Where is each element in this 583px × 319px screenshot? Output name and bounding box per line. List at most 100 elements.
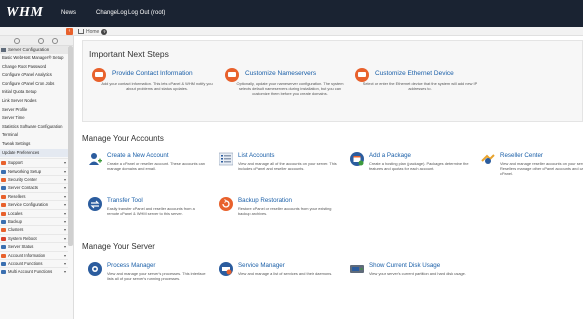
manage-server-title: Manage Your Server bbox=[82, 242, 155, 251]
sidebar-category-label: Resellers bbox=[8, 193, 26, 199]
logout-link[interactable]: Log Out (root) bbox=[128, 10, 165, 16]
card-title[interactable]: Show Current Disk Usage bbox=[369, 262, 440, 269]
sidebar-category[interactable]: Service Configuration ▾ bbox=[0, 200, 68, 208]
sidebar-category[interactable]: Account Information ▾ bbox=[0, 250, 68, 259]
card-description: Create a hosting plan (package). Package… bbox=[369, 161, 469, 171]
breadcrumb: Home ? bbox=[78, 27, 108, 36]
sidebar-category[interactable]: Server Status ▾ bbox=[0, 242, 68, 250]
card-description: View and manage your server's processes.… bbox=[107, 271, 206, 281]
category-icon bbox=[1, 169, 6, 174]
sidebar-category[interactable]: Security Center ▾ bbox=[0, 175, 68, 183]
sidebar-scrollbar[interactable] bbox=[68, 46, 73, 246]
card-description: Easily transfer cPanel and reseller acco… bbox=[107, 206, 195, 216]
service-manager-icon bbox=[219, 262, 233, 276]
sidebar-option-icon[interactable] bbox=[52, 38, 58, 44]
category-icon bbox=[1, 228, 6, 233]
category-icon bbox=[1, 253, 6, 258]
sidebar-item[interactable]: Configure cPanel Analytics bbox=[0, 71, 68, 79]
card-title[interactable]: Transfer Tool bbox=[107, 197, 143, 204]
sidebar-item[interactable]: Server Time bbox=[0, 114, 68, 122]
card-title[interactable]: Provide Contact Information bbox=[112, 70, 193, 77]
sidebar-item[interactable]: Tweak Settings bbox=[0, 140, 68, 148]
card-title[interactable]: Add a Package bbox=[369, 152, 411, 159]
sidebar-category-label: Service Configuration bbox=[8, 202, 49, 208]
breadcrumb-home[interactable]: Home bbox=[86, 29, 99, 35]
user-add-icon bbox=[89, 153, 102, 165]
home-icon[interactable] bbox=[78, 29, 84, 34]
sidebar-category-label: Security Center bbox=[8, 177, 37, 182]
sidebar-category[interactable]: Locales ▾ bbox=[0, 208, 68, 217]
card-title[interactable]: Service Manager bbox=[238, 262, 285, 269]
contact-info-icon bbox=[92, 68, 106, 82]
news-link[interactable]: News bbox=[61, 10, 76, 16]
sidebar-item[interactable]: Link Server Nodes bbox=[0, 97, 68, 105]
sidebar-category[interactable]: Backup ▾ bbox=[0, 217, 68, 225]
category-icon bbox=[1, 262, 6, 266]
reseller-icon bbox=[481, 154, 495, 164]
card-description: View and manage all of the accounts on y… bbox=[238, 161, 337, 171]
category-icon bbox=[1, 178, 6, 182]
sidebar-category-label: Backup bbox=[8, 219, 22, 224]
sidebar-category-label: Support bbox=[8, 160, 23, 166]
help-icon[interactable]: ? bbox=[101, 28, 108, 35]
category-icon bbox=[1, 245, 6, 250]
transfer-icon bbox=[88, 197, 102, 211]
card-title[interactable]: Backup Restoration bbox=[238, 197, 292, 204]
category-icon bbox=[1, 203, 6, 208]
card-description: Select or enter the Ethernet device that… bbox=[362, 81, 478, 91]
package-icon bbox=[350, 152, 364, 166]
sidebar-category-label: Locales bbox=[8, 210, 23, 216]
card-description: View and manage reseller accounts on you… bbox=[500, 161, 583, 176]
sidebar-item[interactable]: Basic WebHost Manager® Setup bbox=[0, 54, 68, 62]
sidebar-category-label: System Reboot bbox=[8, 235, 37, 241]
card-title[interactable]: Customize Ethernet Device bbox=[375, 70, 454, 77]
sidebar-item[interactable]: Change Root Password bbox=[0, 63, 68, 71]
sidebar-category[interactable]: Multi Account Functions ▾ bbox=[0, 267, 68, 275]
card-description: View and manage a list of services and t… bbox=[238, 271, 333, 276]
ethernet-icon bbox=[355, 68, 369, 82]
collapse-sidebar-button[interactable]: ‹ bbox=[66, 28, 73, 35]
sidebar-category[interactable]: Server Contacts ▾ bbox=[0, 183, 68, 191]
sidebar-item[interactable]: Statistics Software Configuration bbox=[0, 123, 68, 131]
category-icon bbox=[1, 186, 6, 191]
manage-accounts-title: Manage Your Accounts bbox=[82, 134, 164, 143]
category-icon bbox=[1, 211, 6, 216]
sidebar-category[interactable]: Account Functions ▾ bbox=[0, 259, 68, 267]
card-title[interactable]: Reseller Center bbox=[500, 152, 543, 159]
card-title[interactable]: Process Manager bbox=[107, 262, 156, 269]
whm-logo[interactable]: WHM bbox=[6, 5, 43, 21]
sidebar-item[interactable]: Configure cPanel Cron Jobs bbox=[0, 80, 68, 88]
sidebar-category[interactable]: Support ▾ bbox=[0, 158, 68, 166]
sidebar-option-icon[interactable] bbox=[38, 38, 44, 44]
sidebar-category[interactable]: Clusters ▾ bbox=[0, 225, 68, 233]
sidebar-category-label: Networking Setup bbox=[8, 168, 42, 174]
sidebar-category[interactable]: System Reboot ▾ bbox=[0, 233, 68, 242]
sidebar-category[interactable]: Resellers ▾ bbox=[0, 191, 68, 200]
category-icon bbox=[1, 194, 6, 199]
sidebar-option-icon[interactable] bbox=[14, 38, 20, 44]
sidebar-category-label: Server Status bbox=[8, 244, 34, 250]
sidebar-category[interactable]: Networking Setup ▾ bbox=[0, 166, 68, 175]
category-icon bbox=[1, 161, 6, 166]
sidebar-item[interactable]: Update Preferences bbox=[0, 148, 68, 157]
sidebar: Server Configuration Basic WebHost Manag… bbox=[0, 36, 74, 319]
sidebar-item[interactable]: Initial Quota Setup bbox=[0, 88, 68, 96]
category-icon bbox=[1, 270, 6, 275]
nameserver-icon bbox=[225, 68, 239, 82]
top-header-bar: WHM News ChangeLog Log Out (root) bbox=[0, 0, 583, 27]
card-title[interactable]: Create a New Account bbox=[107, 152, 169, 159]
card-description: View your server's current partition and… bbox=[369, 271, 466, 276]
card-title[interactable]: List Accounts bbox=[238, 152, 274, 159]
card-description: Add your contact information. This lets … bbox=[101, 81, 213, 91]
card-description: Create a cPanel or reseller account. The… bbox=[107, 161, 205, 171]
card-title[interactable]: Customize Nameservers bbox=[245, 70, 316, 77]
sidebar-item[interactable]: Terminal bbox=[0, 131, 68, 139]
sidebar-section-server-configuration[interactable]: Server Configuration bbox=[0, 46, 68, 54]
chevron-down-icon[interactable]: ▾ bbox=[64, 268, 66, 276]
process-manager-icon bbox=[88, 262, 102, 276]
sidebar-category-label: Multi Account Functions bbox=[8, 269, 53, 275]
disk-usage-icon bbox=[350, 265, 364, 273]
sidebar-item[interactable]: Server Profile bbox=[0, 106, 68, 114]
sidebar-category-label: Account Information bbox=[8, 252, 46, 258]
changelog-link[interactable]: ChangeLog bbox=[96, 10, 127, 16]
